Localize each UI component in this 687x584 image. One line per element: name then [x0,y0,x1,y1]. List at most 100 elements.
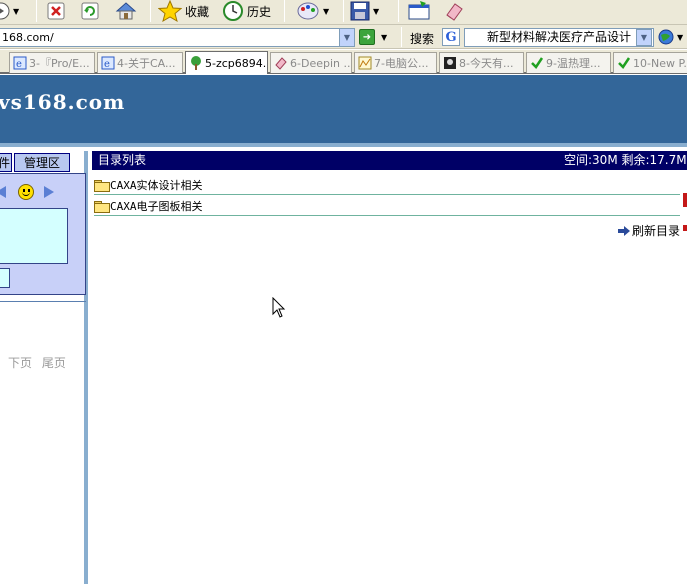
ie-page-icon: e [13,56,27,70]
browser-toolbar: ▼ 收藏 历史 ▼ ▼ [0,0,687,25]
photo-icon [443,56,457,70]
go-button[interactable]: ➜ [359,29,375,45]
last-page-link[interactable]: 尾页 [42,356,66,370]
sidebar-submit-button[interactable] [0,268,10,288]
directory-panel: 目录列表 空间:30M 剩余:17.7M CAXA实体设计相关 CAXA电子图板… [92,151,687,584]
sidebar-text-area[interactable] [0,208,68,264]
svg-text:e: e [104,59,110,70]
browser-tab[interactable]: 8-今天有... [439,52,524,73]
favorites-label: 收藏 [185,4,210,19]
sidebar-divider [0,301,86,302]
browser-tab-active[interactable]: 5-zcp6894... [185,51,268,74]
folder-item[interactable]: CAXA电子图板相关 [94,196,680,216]
space-info: 空间:30M 剩余:17.7M [564,153,687,167]
tree-icon [189,56,203,70]
directory-header: 目录列表 空间:30M 剩余:17.7M [92,151,687,170]
browser-tab[interactable]: 10-New P... [613,52,687,73]
address-bar-row: 168.com/ ▼ ➜ ▼ 搜索 G 新型材料解决医疗产品设计 ▼ ▼ [0,25,687,49]
sidebar-tabs: 件 管理区 [0,153,86,173]
browser-tab[interactable]: 7-电脑公... [354,52,437,73]
globe-dropdown-icon[interactable]: ▼ [677,33,683,42]
site-banner: vs168.com [0,75,687,147]
globe-icon[interactable] [658,29,674,45]
browser-tab-bar: e 3-『Pro/E... e 4-关于CA... 5-zcp6894... 6… [0,50,687,74]
history-clock-icon [223,1,243,21]
chevron-down-icon: ▼ [640,33,648,42]
forward-button[interactable]: ▼ [0,0,19,22]
sidebar-panel [0,173,86,295]
toolbar-separator [401,27,402,47]
history-label: 历史 [247,4,272,19]
go-arrow-icon: ➜ [362,31,372,43]
refresh-directory-link[interactable]: 刷新目录 [618,222,680,239]
star-icon [158,0,182,22]
folder-item[interactable]: CAXA实体设计相关 [94,175,680,195]
eraser-icon [446,3,463,21]
favorites-button[interactable]: 收藏 [158,0,209,22]
address-input[interactable]: 168.com/ ▼ [0,28,355,47]
floppy-disk-icon [350,1,370,21]
clean-button[interactable] [443,0,465,22]
next-page-link[interactable]: 下页 [8,356,32,370]
folder-name[interactable]: CAXA电子图板相关 [110,198,203,214]
sidebar-pager: 下页 尾页 [8,354,72,371]
site-title: vs168.com [0,90,126,114]
edge-marker [683,193,687,207]
home-button[interactable] [115,0,137,22]
refresh-icon [81,2,99,20]
search-engine-icon[interactable]: G [442,28,460,46]
search-dropdown-button[interactable]: ▼ [636,29,652,46]
stop-icon [47,2,65,20]
chevron-down-icon: ▼ [343,33,351,42]
smiley-icon[interactable] [18,184,34,200]
folder-name[interactable]: CAXA实体设计相关 [110,177,203,193]
folder-icon [94,179,110,192]
toolbar-separator [343,0,344,22]
sidebar-tab-files[interactable]: 件 [0,153,12,172]
search-label: 搜索 [410,32,435,46]
mouse-cursor-icon [272,297,286,318]
edge-marker [683,225,687,231]
forward-arrow-icon [0,2,10,20]
left-sidebar: 件 管理区 下页 尾页 [0,151,88,584]
save-button[interactable]: ▼ [350,0,379,22]
ie-page-icon: e [101,56,115,70]
toolbar-separator [398,0,399,22]
search-query: 新型材料解决医疗产品设计 [487,30,632,44]
search-input[interactable]: 新型材料解决医疗产品设计 [464,28,654,47]
check-icon [530,56,544,70]
arrow-right-icon [618,225,631,236]
folder-icon [94,200,110,213]
palette-icon [297,2,319,20]
prev-arrow-icon[interactable] [0,186,6,198]
eraser-icon [274,56,288,70]
address-dropdown-button[interactable]: ▼ [339,29,354,46]
check-icon [617,56,631,70]
browser-tab[interactable]: e 3-『Pro/E... [9,52,95,73]
dropdown-arrow-icon: ▼ [373,6,380,16]
new-window-icon [408,1,430,20]
refresh-button[interactable] [81,0,99,22]
new-window-button[interactable] [407,0,431,22]
browser-tab[interactable]: 6-Deepin ... [270,52,352,73]
home-icon [115,2,137,20]
sidebar-nav-row [0,182,70,202]
refresh-directory-label: 刷新目录 [632,224,681,238]
browser-tab[interactable]: e 4-关于CA... [97,52,183,73]
toolbar-separator [36,0,37,22]
next-arrow-icon[interactable] [44,186,54,198]
toolbar-separator [150,0,151,22]
sidebar-tab-manage[interactable]: 管理区 [14,153,70,172]
browser-tab[interactable]: 9-温热理... [526,52,611,73]
svg-text:e: e [16,59,22,70]
address-url: 168.com/ [2,31,54,44]
skin-button[interactable]: ▼ [296,0,329,22]
dropdown-arrow-icon: ▼ [323,6,330,16]
history-button[interactable]: 历史 [222,0,271,22]
stop-button[interactable] [47,0,65,22]
toolbar-separator [284,0,285,22]
directory-title: 目录列表 [98,153,147,167]
chart-icon [358,56,372,70]
dropdown-arrow-icon: ▼ [13,6,20,16]
go-dropdown-icon[interactable]: ▼ [381,33,387,42]
